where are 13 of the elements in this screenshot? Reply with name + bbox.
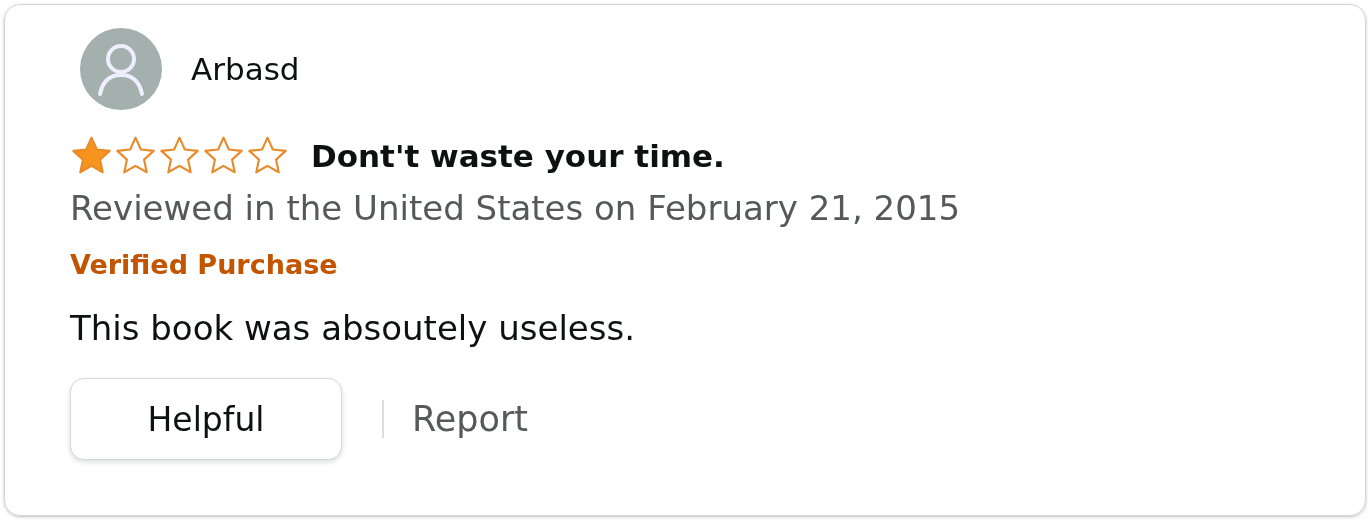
review-date: Reviewed in the United States on February 21, 2015	[70, 188, 962, 228]
report-link[interactable]: Report	[412, 399, 529, 439]
reviewer-name: Arbasd	[191, 51, 300, 87]
empty-star-icon	[158, 135, 201, 176]
helpful-button[interactable]: Helpful	[70, 378, 342, 460]
filled-star-icon	[70, 135, 113, 176]
avatar-icon	[80, 28, 162, 110]
empty-star-icon	[114, 135, 157, 176]
review-title: Dont't waste your time.	[311, 137, 725, 174]
review-text: This book was absoutely useless.	[70, 308, 637, 348]
empty-star-icon	[246, 135, 289, 176]
verified-purchase-label: Verified Purchase	[70, 249, 338, 281]
empty-star-icon	[202, 135, 245, 176]
